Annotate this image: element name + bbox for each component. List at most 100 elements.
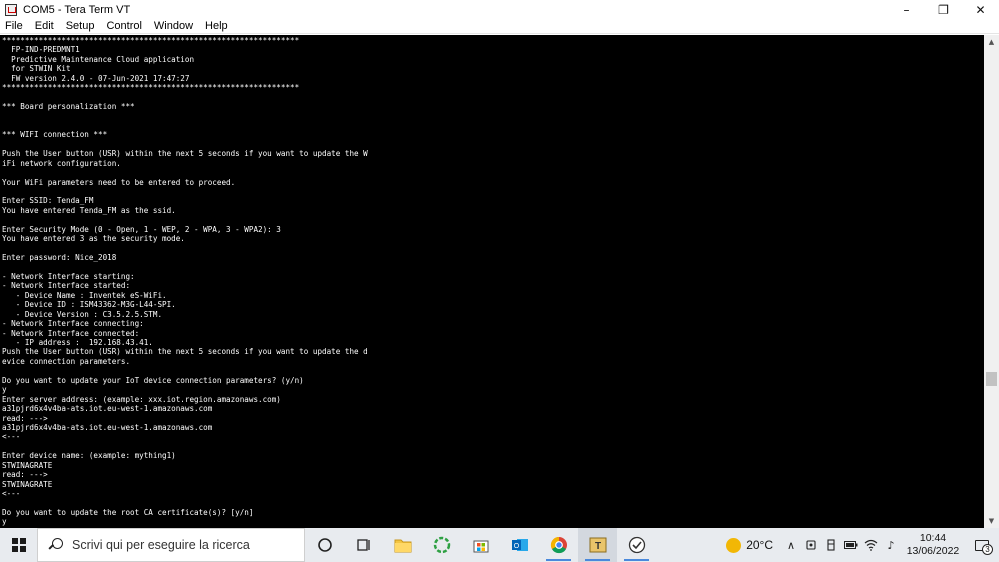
file-explorer-icon[interactable] — [383, 528, 422, 562]
chrome-icon[interactable] — [539, 528, 578, 562]
vertical-scrollbar[interactable]: ▲ ▼ — [984, 35, 999, 528]
start-button[interactable] — [0, 528, 37, 562]
terminal-line: STWINAGRATE — [2, 479, 53, 489]
taskbar-search-box[interactable]: Scrivi qui per eseguire la ricerca — [37, 528, 305, 562]
terminal-line: FP-IND-PREDMNT1 — [2, 45, 80, 55]
terminal-line: - IP address : 192.168.43.41. — [2, 338, 153, 347]
title-bar: COM5 - Tera Term VT – ❐ ✕ — [0, 0, 999, 19]
terminal-line: y — [2, 385, 7, 395]
weather-widget[interactable]: 20°C — [726, 537, 773, 553]
scroll-up-arrow-icon[interactable]: ▲ — [984, 35, 999, 49]
terminal-line: read: ---> — [2, 470, 48, 480]
terminal-line: Do you want to update your IoT device co… — [2, 375, 304, 385]
terminal-line: - Network Interface started: — [2, 281, 131, 291]
terminal-line: You have entered Tenda_FM as the ssid. — [2, 205, 176, 215]
terminal-output: ****************************************… — [2, 36, 982, 528]
terminal-line: Push the User button (USR) within the ne… — [2, 149, 368, 159]
terminal-line: Enter server address: (example: xxx.iot.… — [2, 394, 281, 404]
menu-control[interactable]: Control — [100, 19, 147, 34]
terminal-line: read: ---> — [2, 413, 48, 423]
terminal-line: Enter password: Nice_2018 — [2, 253, 117, 263]
window-title: COM5 - Tera Term VT — [23, 3, 131, 16]
search-icon — [49, 538, 63, 552]
sync-app-icon[interactable] — [422, 528, 461, 562]
menu-edit[interactable]: Edit — [29, 19, 60, 34]
menu-bar: File Edit Setup Control Window Help — [0, 19, 999, 34]
teraterm-app-icon[interactable] — [5, 3, 17, 16]
outlook-icon[interactable]: O — [500, 528, 539, 562]
teraterm-taskbar-icon[interactable]: T — [578, 528, 617, 562]
terminal-line: <--- — [2, 489, 21, 498]
minimize-button[interactable]: – — [888, 0, 925, 19]
terminal-line: Do you want to update the root CA certif… — [2, 507, 254, 517]
show-hidden-icons-chevron-icon[interactable]: ∧ — [781, 528, 801, 562]
battery-icon[interactable] — [841, 528, 861, 562]
microsoft-store-icon[interactable] — [461, 528, 500, 562]
terminal-line: iFi network configuration. — [2, 158, 121, 168]
terminal-line: <--- — [2, 432, 21, 442]
terminal-line: Push the User button (USR) within the ne… — [2, 347, 368, 357]
task-check-icon[interactable] — [617, 528, 656, 562]
windows-logo-icon — [11, 538, 26, 552]
terminal-line: FW version 2.4.0 - 07-Jun-2021 17:47:27 — [2, 73, 190, 83]
terminal-line: - Network Interface connected: — [2, 328, 140, 338]
terminal-line: for STWIN Kit — [2, 64, 71, 74]
menu-file[interactable]: File — [0, 19, 29, 34]
usb-tray-icon[interactable] — [821, 528, 841, 562]
menu-setup[interactable]: Setup — [60, 19, 101, 34]
search-placeholder: Scrivi qui per eseguire la ricerca — [72, 538, 250, 552]
notification-count-badge: 3 — [982, 544, 993, 555]
terminal-line: - Device Name : Inventek eS-WiFi. — [2, 290, 167, 300]
clock-time: 10:44 — [919, 532, 947, 544]
terminal-screen[interactable]: ****************************************… — [0, 35, 984, 528]
windows-taskbar: Scrivi qui per eseguire la ricerca O T 2… — [0, 528, 999, 562]
wifi-icon[interactable] — [861, 528, 881, 562]
scroll-thumb[interactable] — [986, 372, 997, 386]
terminal-line: Predictive Maintenance Cloud application — [2, 54, 195, 64]
action-center-button[interactable]: 3 — [965, 528, 999, 562]
terminal-line: Enter device name: (example: mything1) — [2, 451, 176, 461]
terminal-line: *** WIFI connection *** — [2, 130, 108, 140]
terminal-line: - Device ID : ISM43362-M3G-L44-SPI. — [2, 300, 176, 310]
device-tray-icon[interactable] — [801, 528, 821, 562]
terminal-line: ****************************************… — [2, 36, 300, 45]
terminal-line: y — [2, 517, 7, 527]
restore-button[interactable]: ❐ — [925, 0, 962, 19]
task-view-icon[interactable] — [344, 528, 383, 562]
terminal-line: evice connection parameters. — [2, 356, 131, 366]
clock-date: 13/06/2022 — [906, 545, 960, 557]
system-tray: 20°C ∧ ♪ 10:44 13/06/2022 3 — [726, 528, 999, 562]
terminal-line: Enter SSID: Tenda_FM — [2, 196, 94, 206]
terminal-line: You have entered 3 as the security mode. — [2, 234, 185, 244]
terminal-line: STWINAGRATE — [2, 460, 53, 470]
terminal-line: ****************************************… — [2, 83, 300, 93]
scroll-down-arrow-icon[interactable]: ▼ — [984, 514, 999, 528]
system-clock[interactable]: 10:44 13/06/2022 — [901, 532, 965, 558]
cortana-icon[interactable] — [305, 528, 344, 562]
terminal-line: a31pjrd6x4v4ba-ats.iot.eu-west-1.amazona… — [2, 422, 213, 432]
menu-window[interactable]: Window — [148, 19, 199, 34]
speaker-icon[interactable]: ♪ — [881, 528, 901, 562]
terminal-line: a31pjrd6x4v4ba-ats.iot.eu-west-1.amazona… — [2, 404, 213, 414]
temperature-label: 20°C — [746, 538, 773, 552]
terminal-line: *** Board personalization *** — [2, 102, 135, 112]
terminal-line: - Network Interface starting: — [2, 271, 135, 281]
svg-text:O: O — [513, 543, 519, 550]
window-controls: – ❐ ✕ — [888, 0, 999, 19]
svg-text:T: T — [594, 541, 600, 552]
close-button[interactable]: ✕ — [962, 0, 999, 19]
terminal-line: - Network Interface connecting: — [2, 319, 144, 329]
menu-help[interactable]: Help — [199, 19, 234, 34]
